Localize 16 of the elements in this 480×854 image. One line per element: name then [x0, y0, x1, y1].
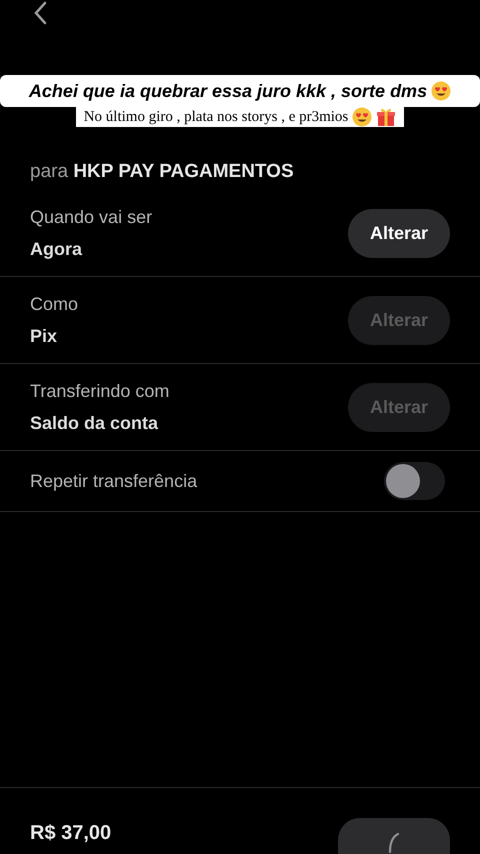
detail-label: Quando vai ser	[30, 206, 152, 228]
caption-text: Achei que ia quebrar essa juro kkk , sorte dms	[28, 80, 428, 103]
detail-value: Saldo da conta	[30, 412, 160, 434]
caption-text: No último giro , plata nos storys , e pr3mios	[84, 108, 348, 127]
change-button[interactable]: Alterar	[348, 208, 450, 258]
repeat-toggle[interactable]	[384, 462, 445, 500]
detail-value: Pix	[30, 324, 58, 348]
recipient-text: para HKP PAY PAGAMENTOS	[30, 160, 294, 184]
detail-value: Agora	[30, 238, 84, 261]
detail-label: Transferindo com	[30, 380, 170, 402]
amount-text: R$ 37,00	[30, 821, 112, 846]
heart-eyes-face-icon	[352, 107, 372, 127]
heart-eyes-face-icon	[431, 81, 452, 101]
detail-label: Como	[30, 292, 78, 316]
detail-label: Repetir transferência	[30, 470, 198, 493]
gift-icon	[376, 107, 396, 127]
